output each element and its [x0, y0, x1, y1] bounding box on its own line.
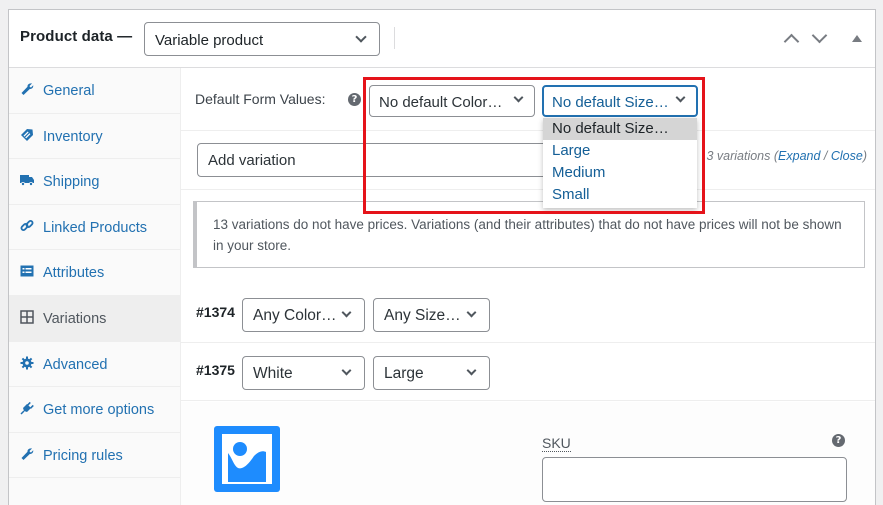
variation-row[interactable]: #1375 White Large	[181, 344, 875, 401]
default-size-value: No default Size…	[552, 94, 669, 111]
notice-text: 13 variations do not have prices. Variat…	[213, 217, 842, 253]
variations-count-text: 3 variations	[706, 149, 771, 163]
help-icon[interactable]: ?	[832, 434, 845, 447]
image-placeholder-icon	[228, 442, 266, 482]
tab-label: Shipping	[43, 174, 100, 191]
size-option[interactable]: Medium	[543, 162, 697, 184]
wrench-icon	[21, 83, 34, 95]
variations-panel: Default Form Values: ? No default Color……	[181, 68, 875, 505]
header-divider	[394, 27, 395, 49]
panel-title: Product data —	[20, 28, 133, 45]
move-up-button[interactable]	[781, 28, 803, 50]
gear-icon	[20, 356, 34, 370]
chevron-down-icon	[355, 31, 367, 43]
product-data-tabs: General Inventory Shipping Linked Produc…	[9, 68, 181, 505]
truck-icon	[20, 175, 34, 187]
grid-icon	[20, 310, 34, 324]
size-option[interactable]: No default Size…	[543, 118, 697, 140]
variation-size-select[interactable]: Large	[373, 356, 490, 390]
tab-advanced[interactable]: Advanced	[9, 342, 180, 388]
variation-size-value: Any Size…	[384, 307, 461, 324]
variation-color-select[interactable]: White	[242, 356, 365, 390]
list-icon	[20, 265, 34, 277]
tab-label: Pricing rules	[43, 447, 123, 464]
sku-label: SKU	[542, 435, 571, 452]
tab-general[interactable]: General	[9, 68, 180, 114]
tag-icon	[21, 128, 33, 141]
missing-prices-notice: 13 variations do not have prices. Variat…	[193, 201, 865, 268]
variation-color-value: White	[253, 365, 293, 382]
tab-label: Get more options	[43, 402, 155, 419]
variation-image-button[interactable]	[214, 426, 280, 492]
chevron-down-icon	[811, 27, 828, 44]
variation-action-select[interactable]: Add variation	[197, 143, 557, 177]
help-icon[interactable]: ?	[348, 93, 361, 106]
variation-color-select[interactable]: Any Color…	[242, 298, 365, 332]
variation-size-select[interactable]: Any Size…	[373, 298, 490, 332]
product-type-select[interactable]: Variable product	[144, 22, 380, 56]
variation-action-value: Add variation	[208, 152, 296, 169]
tab-attributes[interactable]: Attributes	[9, 250, 180, 296]
size-option[interactable]: Small	[543, 184, 697, 206]
tab-label: Variations	[43, 310, 107, 327]
tab-shipping[interactable]: Shipping	[9, 159, 180, 205]
wrench-icon	[21, 448, 34, 460]
default-size-select[interactable]: No default Size…	[542, 85, 698, 117]
sku-input[interactable]	[542, 457, 847, 502]
chevron-down-icon	[466, 365, 477, 376]
chevron-down-icon	[341, 365, 352, 376]
tab-pricing-rules[interactable]: Pricing rules	[9, 433, 180, 479]
link-separator: /	[820, 149, 831, 163]
tab-label: General	[43, 83, 95, 99]
variations-toolbar: Add variation 3 variations (Expand / Clo…	[181, 131, 875, 190]
tab-label: Linked Products	[43, 219, 147, 236]
toggle-panel-button[interactable]	[847, 28, 869, 50]
variation-id: #1375	[196, 362, 235, 378]
variation-row[interactable]: #1374 Any Color… Any Size…	[181, 286, 875, 343]
link-icon	[20, 219, 34, 231]
chevron-up-icon	[783, 33, 800, 50]
panel-header: Product data — Variable product	[9, 10, 875, 68]
default-form-values-row: Default Form Values: ? No default Color……	[181, 68, 875, 131]
tab-label: Advanced	[43, 356, 108, 373]
size-option[interactable]: Large	[543, 140, 697, 162]
tab-get-more-options[interactable]: Get more options	[9, 387, 180, 433]
default-color-select[interactable]: No default Color…	[369, 85, 535, 117]
default-form-values-label: Default Form Values:	[195, 91, 326, 107]
tab-variations[interactable]: Variations	[9, 295, 180, 342]
tab-label: Inventory	[43, 128, 103, 145]
default-color-value: No default Color…	[379, 94, 503, 111]
chevron-down-icon	[341, 307, 352, 318]
plugin-icon	[20, 402, 34, 415]
triangle-up-icon	[852, 35, 862, 42]
product-data-panel: Product data — Variable product General …	[8, 9, 876, 505]
chevron-down-icon	[675, 92, 686, 103]
variations-count: 3 variations (Expand / Close)	[706, 149, 867, 163]
tab-label: Attributes	[43, 265, 105, 282]
variation-details: SKU ?	[181, 402, 875, 505]
close-link[interactable]: Close	[831, 149, 863, 163]
tab-linked-products[interactable]: Linked Products	[9, 205, 180, 251]
tab-inventory[interactable]: Inventory	[9, 114, 180, 160]
product-type-value: Variable product	[155, 32, 264, 49]
expand-link[interactable]: Expand	[778, 149, 820, 163]
chevron-down-icon	[466, 307, 477, 318]
variation-size-value: Large	[384, 365, 424, 382]
variation-color-value: Any Color…	[253, 307, 337, 324]
chevron-down-icon	[513, 92, 524, 103]
variation-id: #1374	[196, 304, 235, 320]
size-dropdown-list: No default Size… Large Medium Small	[543, 118, 697, 208]
move-down-button[interactable]	[809, 27, 831, 50]
